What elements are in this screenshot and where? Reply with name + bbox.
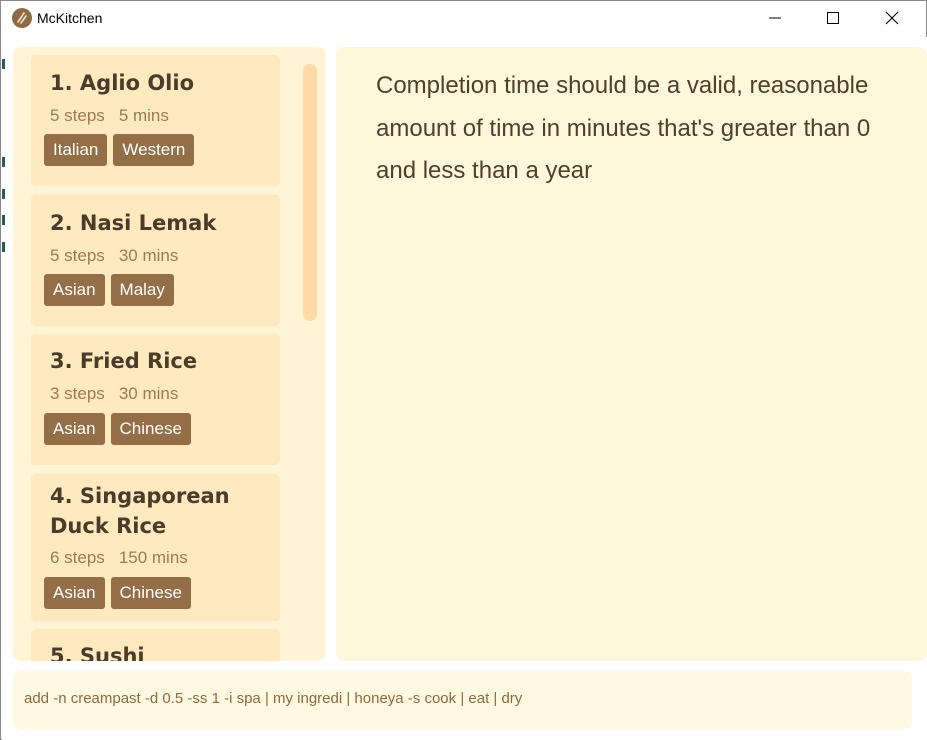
- title-bar[interactable]: McKitchen: [1, 1, 926, 37]
- recipe-card[interactable]: 3. Fried Rice 3 steps 30 mins Asian Chine…: [31, 334, 280, 465]
- app-logo-icon: [12, 8, 32, 28]
- recipe-meta: 3 steps 30 mins: [50, 384, 178, 404]
- recipe-tags: Italian Western: [44, 134, 195, 166]
- recipe-meta: 5 steps 30 mins: [50, 246, 178, 266]
- recipe-tags: Asian Chinese: [44, 577, 191, 609]
- tag: Asian: [44, 577, 105, 609]
- recipe-time: 30 mins: [118, 246, 179, 265]
- recipe-steps: 5 steps: [50, 106, 105, 125]
- recipe-name: Aglio Olio: [79, 71, 195, 95]
- recipe-name: Singaporean Duck Rice: [50, 484, 230, 538]
- recipe-meta: 6 steps 150 mins: [50, 548, 188, 568]
- recipe-tags: Asian Malay: [44, 274, 174, 306]
- recipe-steps: 3 steps: [50, 384, 105, 403]
- recipe-title: 4. Singaporean Duck Rice: [50, 481, 270, 541]
- recipe-title: 5. Sushi: [50, 641, 270, 661]
- recipe-meta: 5 steps 5 mins: [50, 106, 169, 126]
- command-input-box[interactable]: add -n creampast -d 0.5 -ss 1 -i spa | m…: [13, 671, 912, 729]
- close-button[interactable]: [863, 1, 921, 35]
- recipe-title: 3. Fried Rice: [50, 346, 270, 376]
- recipe-card[interactable]: 5. Sushi: [31, 629, 280, 661]
- recipe-steps: 5 steps: [50, 246, 105, 265]
- recipe-time: 30 mins: [118, 384, 179, 403]
- recipe-name: Fried Rice: [79, 349, 198, 373]
- recipe-list-panel[interactable]: 1. Aglio Olio 5 steps 5 mins Italian West…: [13, 47, 326, 661]
- recipe-time: 150 mins: [118, 548, 188, 567]
- recipe-name: Nasi Lemak: [79, 211, 217, 235]
- recipe-tags: Asian Chinese: [44, 413, 191, 445]
- result-display-panel: Completion time should be a valid, reaso…: [336, 47, 927, 661]
- main-content: 1. Aglio Olio 5 steps 5 mins Italian West…: [2, 37, 927, 740]
- minimize-icon: [769, 17, 781, 19]
- tag: Asian: [44, 274, 105, 306]
- minimize-button[interactable]: [746, 1, 804, 35]
- recipe-card[interactable]: 1. Aglio Olio 5 steps 5 mins Italian West…: [31, 55, 280, 186]
- tag: Western: [113, 134, 195, 166]
- window-title: McKitchen: [37, 10, 103, 26]
- tag: Malay: [110, 274, 174, 306]
- recipe-title: 1. Aglio Olio: [50, 68, 270, 98]
- recipe-index: 1.: [50, 71, 73, 95]
- tag: Asian: [44, 413, 105, 445]
- tag: Chinese: [110, 413, 191, 445]
- result-message: Completion time should be a valid, reaso…: [376, 72, 871, 184]
- recipe-index: 5.: [50, 644, 73, 661]
- close-icon: [885, 11, 899, 25]
- recipe-index: 2.: [50, 211, 73, 235]
- app-window: McKitchen 1. Aglio Olio 5 steps 5 mins I…: [0, 0, 927, 740]
- recipe-index: 4.: [50, 484, 73, 508]
- background-window-edge: [2, 37, 11, 662]
- recipe-name: Sushi: [79, 644, 145, 661]
- list-scrollbar-thumb[interactable]: [303, 64, 317, 321]
- recipe-steps: 6 steps: [50, 548, 105, 567]
- recipe-card[interactable]: 2. Nasi Lemak 5 steps 30 mins Asian Malay: [31, 195, 280, 326]
- tag: Italian: [44, 134, 108, 166]
- maximize-button[interactable]: [804, 1, 862, 35]
- recipe-card[interactable]: 4. Singaporean Duck Rice 6 steps 150 mins…: [31, 474, 280, 621]
- tag: Chinese: [110, 577, 191, 609]
- recipe-time: 5 mins: [118, 106, 169, 125]
- recipe-title: 2. Nasi Lemak: [50, 208, 270, 238]
- command-input[interactable]: add -n creampast -d 0.5 -ss 1 -i spa | m…: [24, 690, 522, 707]
- recipe-index: 3.: [50, 349, 73, 373]
- maximize-icon: [827, 12, 839, 24]
